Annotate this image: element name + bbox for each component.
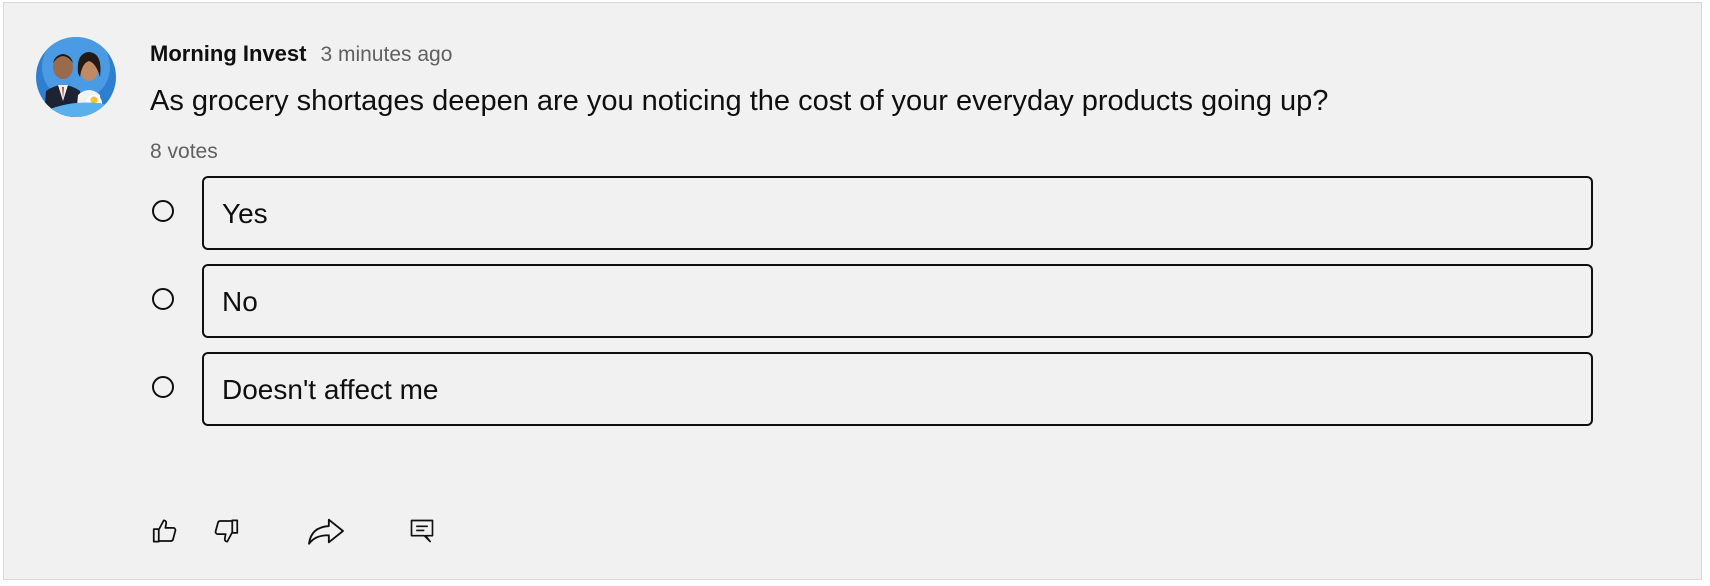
like-button[interactable] bbox=[147, 513, 183, 549]
poll-option-label: Yes bbox=[222, 198, 268, 229]
poll-option-box[interactable]: Yes bbox=[202, 176, 1593, 250]
thumbs-down-icon bbox=[214, 519, 239, 543]
comment-button[interactable] bbox=[404, 513, 440, 549]
poll-option-box[interactable]: No bbox=[202, 264, 1593, 338]
share-icon bbox=[308, 518, 344, 545]
poll-option-box[interactable]: Doesn't affect me bbox=[202, 352, 1593, 426]
poll-option-doesnt-affect-me[interactable]: Doesn't affect me bbox=[150, 352, 1594, 426]
avatar-image bbox=[36, 37, 116, 117]
thumbs-up-icon bbox=[152, 519, 177, 543]
radio-button[interactable] bbox=[152, 376, 174, 398]
post-header: Morning Invest 3 minutes ago bbox=[150, 41, 452, 67]
poll-option-label: Doesn't affect me bbox=[222, 374, 439, 405]
vote-count: 8 votes bbox=[150, 140, 218, 163]
channel-avatar[interactable] bbox=[36, 37, 116, 117]
poll-option-yes[interactable]: Yes bbox=[150, 176, 1594, 250]
post-timestamp[interactable]: 3 minutes ago bbox=[320, 43, 452, 67]
comment-icon bbox=[410, 519, 434, 543]
poll-option-no[interactable]: No bbox=[150, 264, 1594, 338]
poll-post-card: Morning Invest 3 minutes ago As grocery … bbox=[3, 2, 1702, 580]
channel-name[interactable]: Morning Invest bbox=[150, 41, 306, 67]
dislike-button[interactable] bbox=[208, 513, 244, 549]
poll-option-label: No bbox=[222, 286, 258, 317]
share-button[interactable] bbox=[302, 513, 350, 549]
radio-button[interactable] bbox=[152, 200, 174, 222]
radio-button[interactable] bbox=[152, 288, 174, 310]
poll-question: As grocery shortages deepen are you noti… bbox=[150, 85, 1329, 117]
